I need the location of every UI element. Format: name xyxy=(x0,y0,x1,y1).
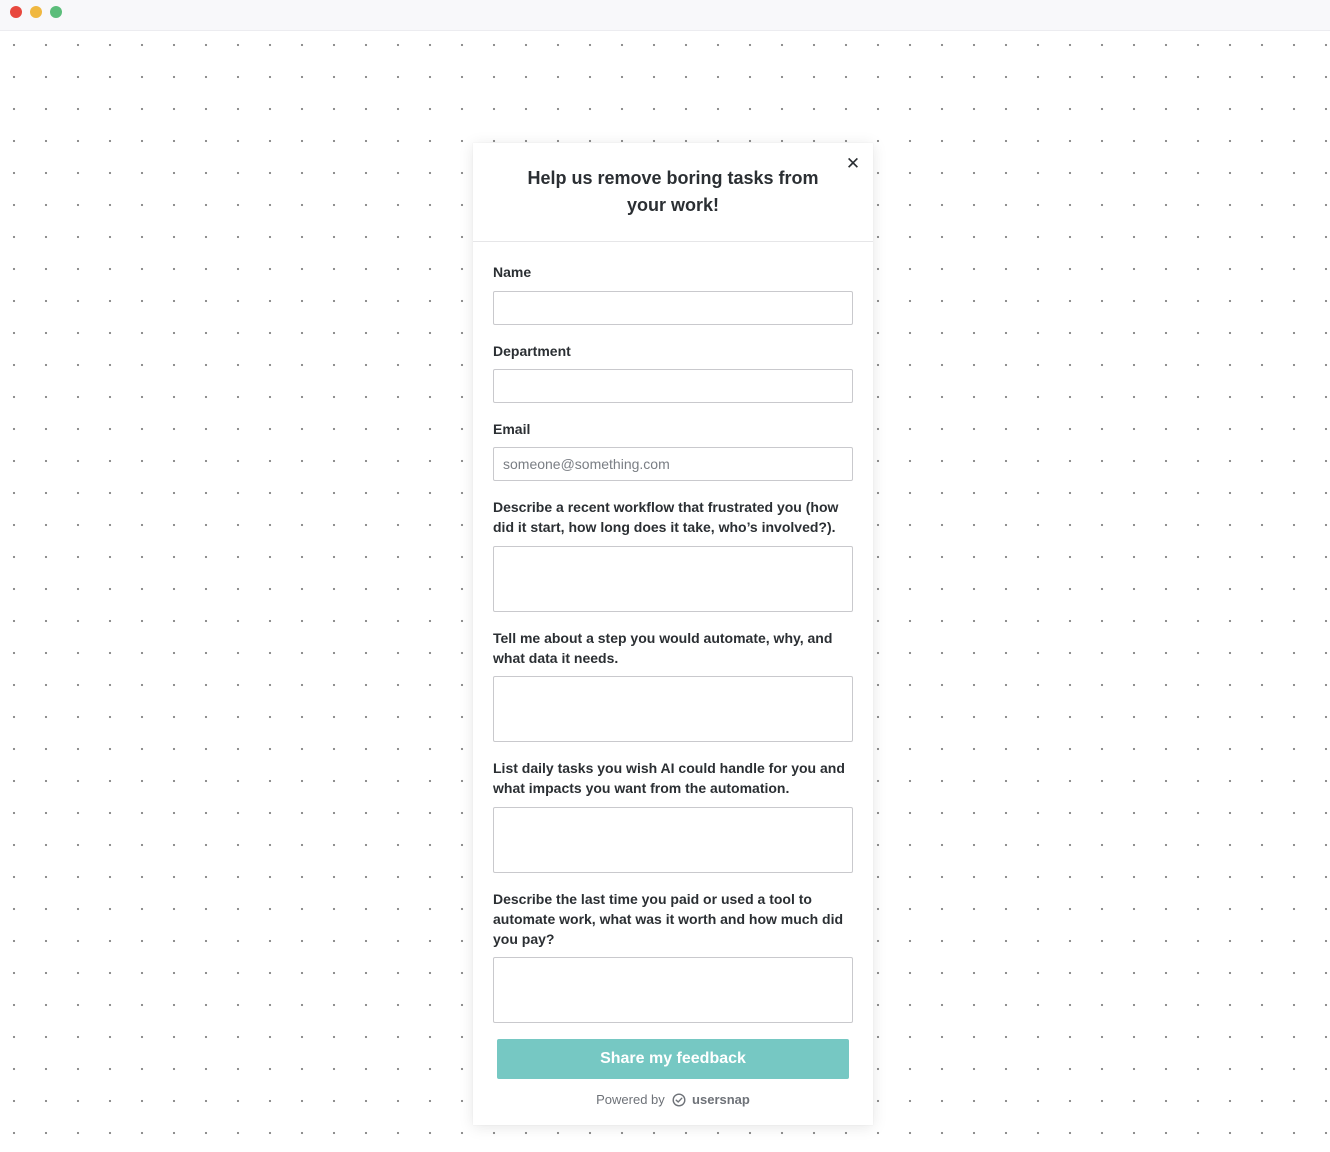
automate-step-textarea[interactable] xyxy=(493,676,853,742)
last-tool-label: Describe the last time you paid or used … xyxy=(493,891,844,947)
automate-step-label: Tell me about a step you would automate,… xyxy=(493,630,833,666)
name-field[interactable] xyxy=(493,291,853,325)
window-titlebar xyxy=(0,0,1330,31)
department-label: Department xyxy=(493,343,571,359)
workflow-label: Describe a recent workflow that frustrat… xyxy=(493,499,839,535)
share-feedback-button[interactable]: Share my feedback xyxy=(497,1039,849,1079)
daily-tasks-label: List daily tasks you wish AI could handl… xyxy=(493,760,845,796)
close-icon[interactable]: ✕ xyxy=(844,155,862,173)
powered-by-text: Powered by xyxy=(596,1092,665,1107)
workflow-textarea[interactable] xyxy=(493,546,853,612)
email-field[interactable] xyxy=(493,447,853,481)
last-tool-textarea[interactable] xyxy=(493,957,853,1023)
daily-tasks-textarea[interactable] xyxy=(493,807,853,873)
department-field[interactable] xyxy=(493,369,853,403)
window-close-button[interactable] xyxy=(10,6,22,18)
powered-by[interactable]: Powered by usersnap xyxy=(473,1091,873,1112)
widget-header: Help us remove boring tasks from your wo… xyxy=(473,143,873,242)
email-label: Email xyxy=(493,421,531,437)
widget-title: Help us remove boring tasks from your wo… xyxy=(527,168,819,215)
usersnap-brand: usersnap xyxy=(692,1092,750,1107)
window-minimize-button[interactable] xyxy=(30,6,42,18)
usersnap-logo-icon xyxy=(672,1093,686,1112)
window-maximize-button[interactable] xyxy=(50,6,62,18)
name-label: Name xyxy=(493,264,532,280)
feedback-widget: Help us remove boring tasks from your wo… xyxy=(473,143,873,1125)
